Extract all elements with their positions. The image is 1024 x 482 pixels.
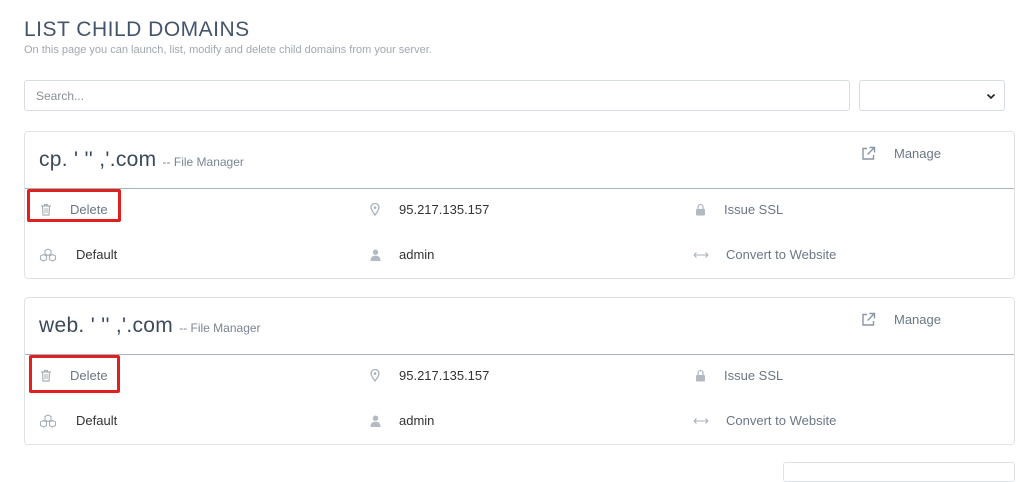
issue-ssl-button[interactable]: Issue SSL [692, 368, 783, 383]
domain-card: web. ' '' ,'.com -- File Manager Manage … [24, 297, 1015, 445]
external-link-icon [862, 312, 876, 326]
issue-ssl-button[interactable]: Issue SSL [692, 202, 783, 217]
page-subtitle: On this page you can launch, list, modif… [24, 44, 432, 56]
owner: admin [367, 413, 434, 428]
file-manager-link[interactable]: -- File Manager [163, 155, 244, 169]
delete-highlight-box [29, 355, 120, 393]
manage-label: Manage [894, 146, 941, 161]
php-version-value: Default [76, 413, 118, 428]
php-version-value: Default [76, 247, 118, 262]
convert-to-website-button[interactable]: Convert to Website [692, 413, 836, 428]
arrows-horizontal-icon [692, 251, 710, 259]
domain-name-text: cp. ' '' ,'.com [39, 148, 157, 171]
pagination-control[interactable] [783, 462, 1015, 482]
owner-value: admin [399, 247, 435, 262]
ip-address: 95.217.135.157 [367, 202, 489, 217]
external-link-icon [862, 146, 876, 160]
search-input[interactable] [24, 80, 850, 111]
page-title: LIST CHILD DOMAINS [24, 18, 250, 41]
map-marker-icon [367, 369, 383, 382]
convert-to-website-label: Convert to Website [726, 413, 837, 428]
cubes-icon [38, 413, 58, 428]
owner-value: admin [399, 413, 435, 428]
ip-address: 95.217.135.157 [367, 368, 489, 383]
delete-highlight-box [27, 189, 121, 222]
domain-name-text: web. ' '' ,'.com [39, 314, 174, 337]
user-icon [367, 249, 383, 261]
convert-to-website-label: Convert to Website [726, 247, 837, 262]
ip-address-value: 95.217.135.157 [399, 202, 490, 217]
convert-to-website-button[interactable]: Convert to Website [692, 247, 836, 262]
lock-icon [692, 369, 708, 382]
manage-link[interactable]: Manage [861, 146, 941, 161]
manage-label: Manage [894, 312, 941, 327]
php-version: Default [38, 247, 117, 262]
issue-ssl-label: Issue SSL [724, 368, 784, 383]
user-icon [367, 415, 383, 427]
owner: admin [367, 247, 434, 262]
map-marker-icon [367, 203, 383, 216]
cubes-icon [38, 247, 58, 262]
ip-address-value: 95.217.135.157 [399, 368, 490, 383]
domain-card-header: web. ' '' ,'.com -- File Manager Manage [25, 298, 1014, 355]
file-manager-link[interactable]: -- File Manager [179, 321, 260, 335]
domain-card: cp. ' '' ,'.com -- File Manager Manage D… [24, 131, 1015, 279]
domain-card-header: cp. ' '' ,'.com -- File Manager Manage [25, 132, 1014, 189]
arrows-horizontal-icon [692, 417, 710, 425]
filter-select[interactable] [859, 80, 1005, 111]
domain-name: web. ' '' ,'.com -- File Manager [39, 314, 261, 338]
php-version: Default [38, 413, 117, 428]
domain-name: cp. ' '' ,'.com -- File Manager [39, 148, 244, 172]
manage-link[interactable]: Manage [861, 312, 941, 327]
lock-icon [692, 203, 708, 216]
issue-ssl-label: Issue SSL [724, 202, 784, 217]
chevron-down-icon [986, 93, 996, 100]
